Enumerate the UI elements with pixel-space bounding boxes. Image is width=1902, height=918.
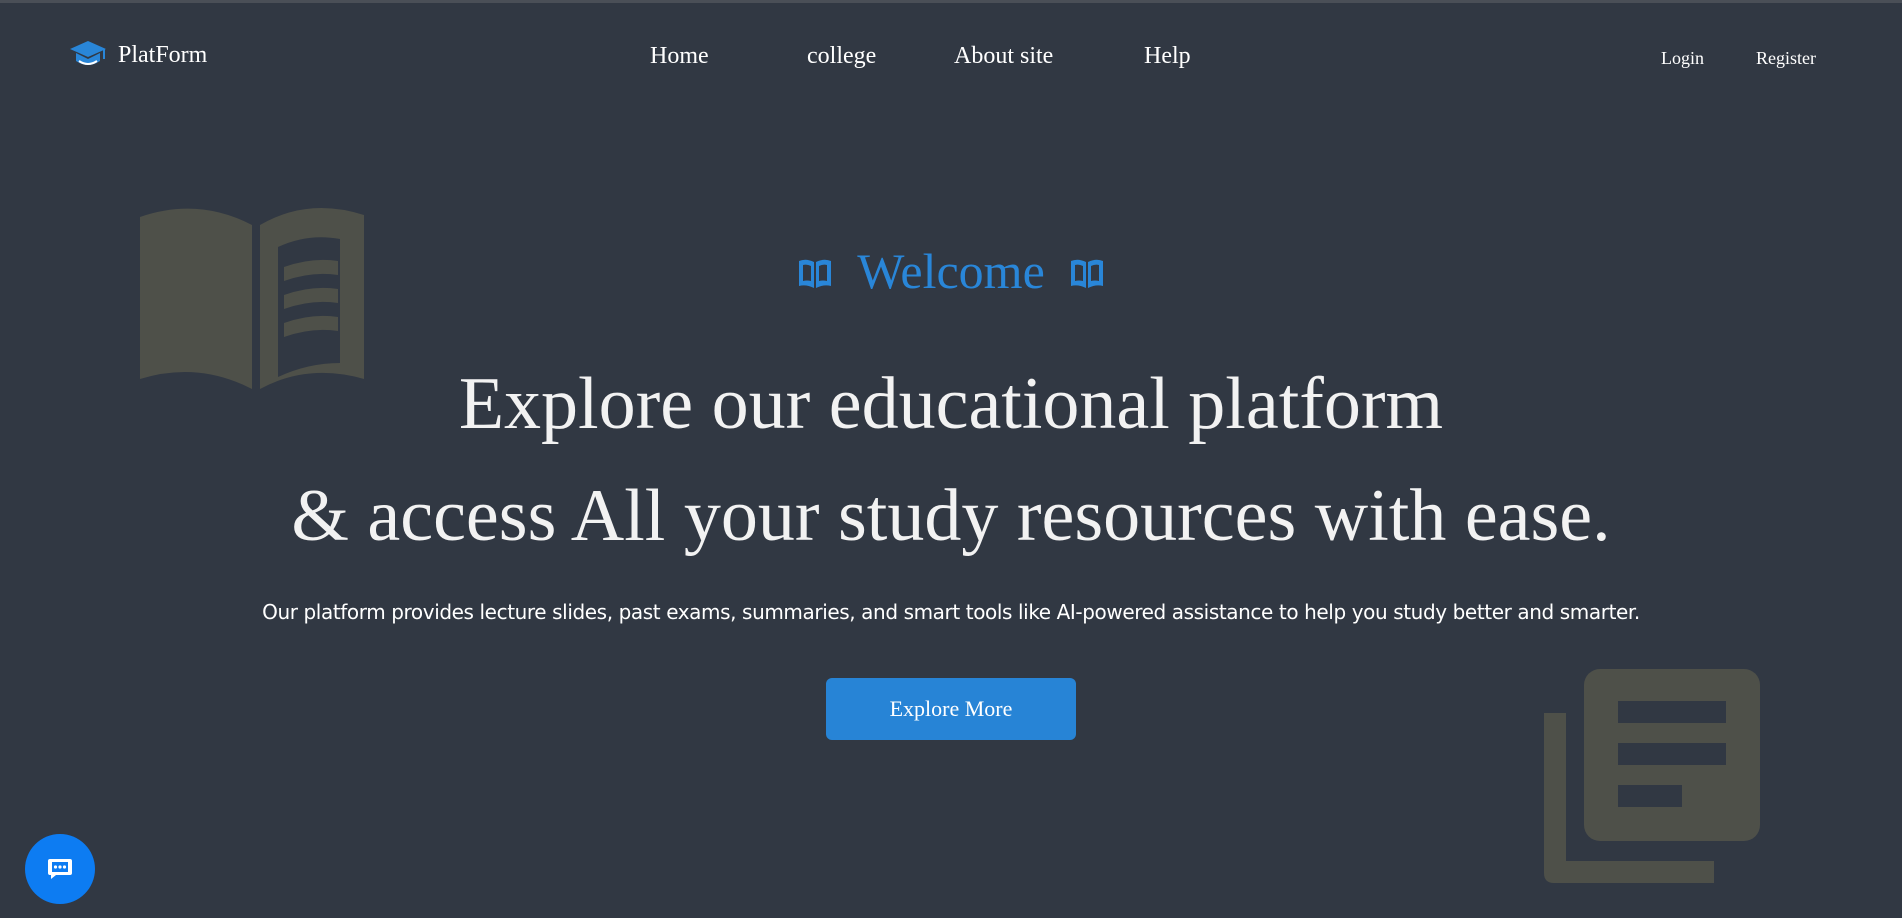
hero-description: Our platform provides lecture slides, pa… <box>262 600 1640 624</box>
register-link[interactable]: Register <box>1756 48 1816 69</box>
explore-more-button[interactable]: Explore More <box>826 678 1076 740</box>
brand[interactable]: PlatForm <box>68 39 207 71</box>
brand-name: PlatForm <box>118 41 208 68</box>
headline-line-1: Explore our educational platform <box>458 363 1444 445</box>
headline-line-2: & access All your study resources with e… <box>291 475 1611 557</box>
open-book-icon <box>798 259 831 288</box>
graduation-cap-icon <box>70 41 106 65</box>
open-book-icon <box>1071 259 1104 288</box>
chat-bubble-icon <box>48 859 72 879</box>
nav-home[interactable]: Home <box>650 43 709 70</box>
welcome-text: Welcome <box>857 243 1045 299</box>
nav-about-site[interactable]: About site <box>954 43 1053 70</box>
nav-help[interactable]: Help <box>1144 43 1191 70</box>
welcome-heading: Welcome <box>0 241 1902 301</box>
landing-page: PlatForm Home college About site Help Lo… <box>0 0 1902 918</box>
nav-college[interactable]: college <box>807 43 876 70</box>
login-link[interactable]: Login <box>1661 48 1704 69</box>
chat-button[interactable] <box>25 834 95 904</box>
library-books-icon <box>1544 669 1760 883</box>
